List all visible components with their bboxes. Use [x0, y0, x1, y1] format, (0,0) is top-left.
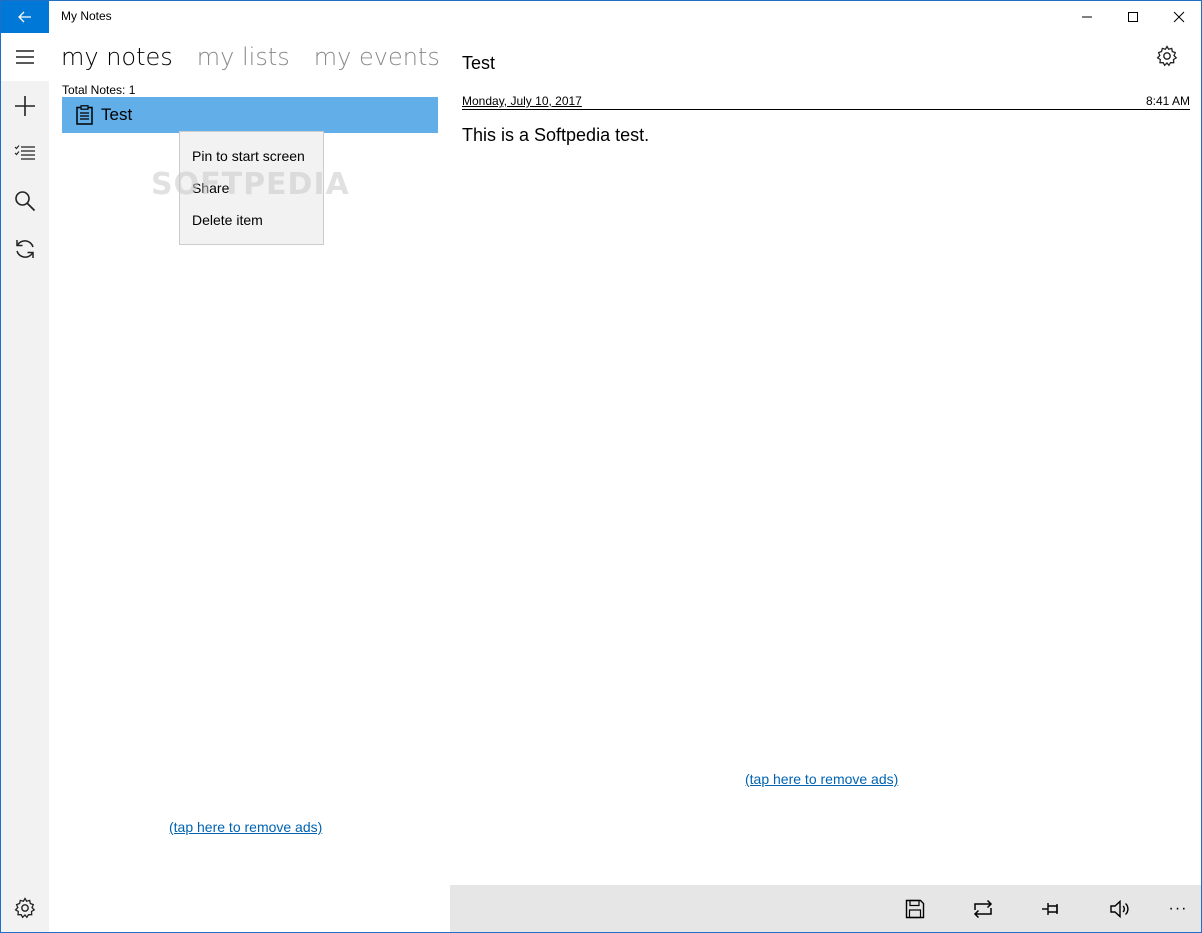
read-aloud-button[interactable]	[1104, 893, 1136, 925]
volume-icon	[1110, 899, 1129, 919]
command-bar: ···	[450, 885, 1201, 932]
minimize-icon	[1082, 16, 1092, 18]
title-bar: My Notes	[1, 1, 1201, 33]
note-title: Test	[462, 53, 496, 73]
note-body[interactable]: This is a Softpedia test.	[462, 125, 649, 146]
remove-ads-link-right[interactable]: (tap here to remove ads)	[745, 771, 898, 787]
note-date: Monday, July 10, 2017	[462, 94, 582, 108]
save-icon	[905, 899, 925, 919]
sync-icon	[16, 240, 34, 258]
note-icon	[76, 105, 93, 125]
tab-my-lists[interactable]: my lists	[197, 43, 290, 71]
hamburger-button[interactable]	[1, 33, 49, 81]
add-note-button[interactable]	[1, 83, 49, 129]
add-icon	[15, 96, 35, 116]
tab-my-events[interactable]: my events	[314, 43, 440, 71]
back-arrow-icon	[18, 11, 31, 23]
menu-item-delete[interactable]: Delete item	[180, 204, 323, 236]
pin-button[interactable]	[1036, 893, 1068, 925]
repeat-button[interactable]	[967, 893, 999, 925]
checklist-button[interactable]	[1, 130, 49, 176]
search-button[interactable]	[1, 178, 49, 224]
window-title: My Notes	[61, 9, 112, 23]
list-item-label: Test	[101, 105, 133, 124]
search-icon	[15, 191, 36, 212]
more-button[interactable]: ···	[1162, 893, 1194, 925]
list-item[interactable]: Test	[62, 97, 438, 133]
pivot-tabs: my notes my lists my events	[61, 43, 440, 71]
maximize-icon	[1128, 12, 1138, 22]
sync-button[interactable]	[1, 226, 49, 272]
app-window: My Notes my notes my lists my events Tot…	[0, 0, 1202, 933]
note-settings-button[interactable]	[1156, 45, 1180, 69]
minimize-button[interactable]	[1064, 1, 1110, 33]
tab-my-notes[interactable]: my notes	[61, 43, 173, 71]
save-button[interactable]	[899, 893, 931, 925]
back-button[interactable]	[1, 1, 49, 33]
remove-ads-link-left[interactable]: (tap here to remove ads)	[169, 819, 322, 835]
close-button[interactable]	[1156, 1, 1202, 33]
maximize-button[interactable]	[1110, 1, 1156, 33]
watermark: SOFTPEDIA	[151, 167, 350, 202]
more-icon: ···	[1168, 900, 1188, 917]
note-date-row: Monday, July 10, 2017 8:41 AM	[462, 94, 1190, 110]
nav-rail	[1, 33, 49, 932]
settings-icon	[1156, 45, 1178, 67]
close-icon	[1173, 11, 1185, 23]
hamburger-icon	[16, 50, 34, 64]
repeat-icon	[973, 899, 993, 919]
settings-icon	[14, 897, 36, 919]
total-notes-count: Total Notes: 1	[62, 83, 136, 97]
note-time: 8:41 AM	[1145, 94, 1190, 108]
pin-icon	[1042, 903, 1058, 915]
checklist-icon	[14, 145, 35, 160]
settings-button[interactable]	[1, 885, 49, 931]
